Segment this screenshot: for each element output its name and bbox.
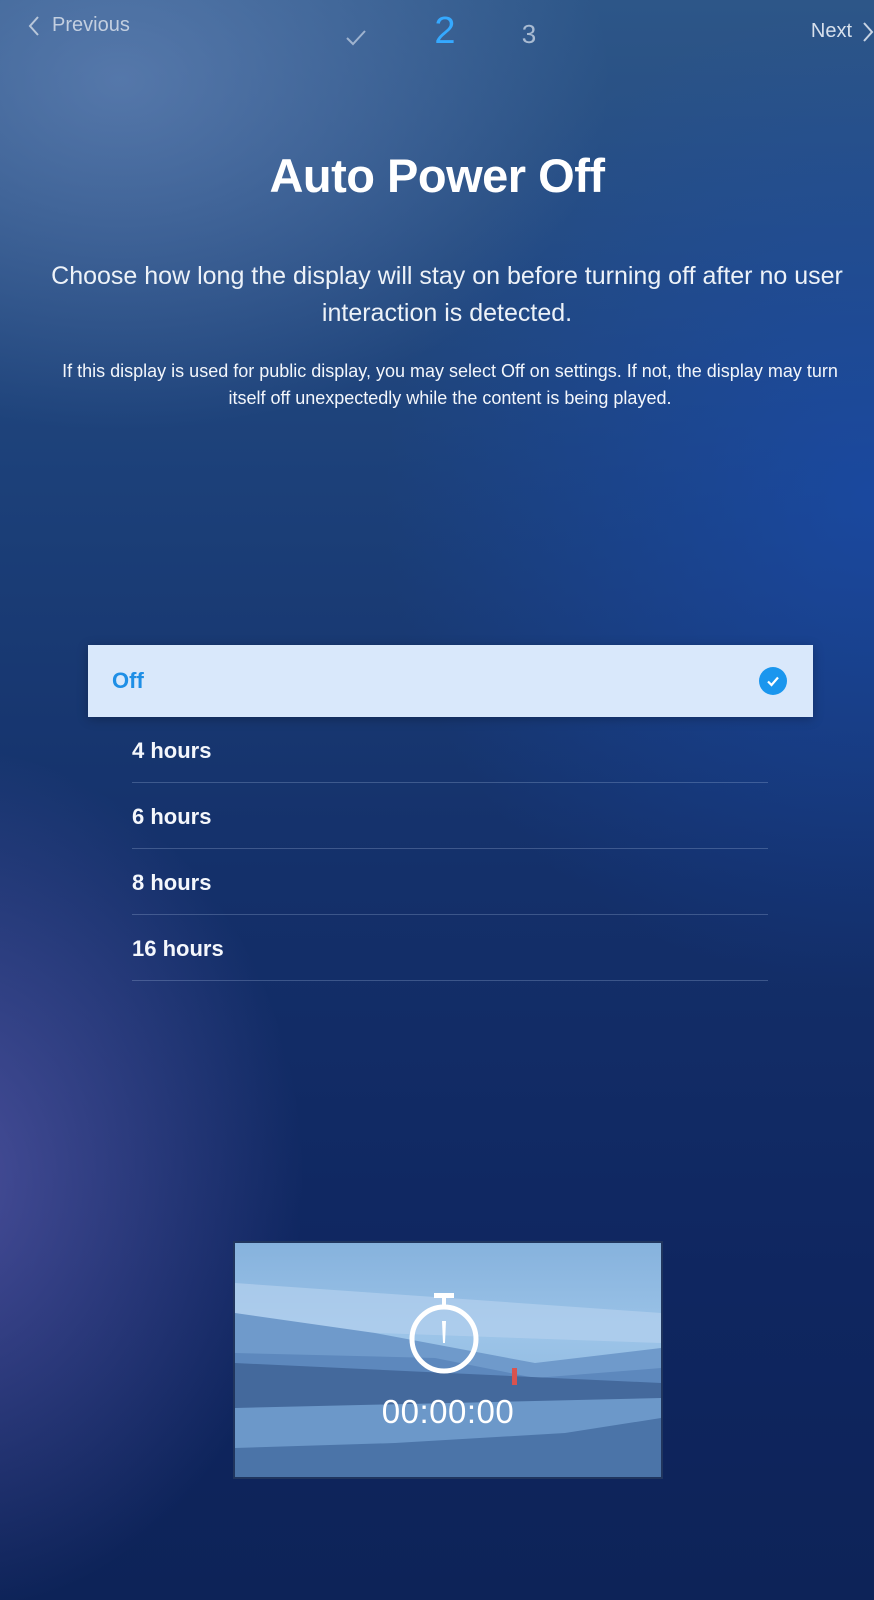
check-circle-icon: [759, 667, 787, 695]
checkmark-icon: [346, 29, 366, 45]
previous-button[interactable]: Previous: [28, 14, 130, 37]
page-description: Choose how long the display will stay on…: [51, 262, 843, 327]
step-current: 2: [434, 10, 456, 52]
step-next: 3: [521, 19, 537, 49]
page-note: If this display is used for public displ…: [62, 361, 838, 408]
next-label: Next: [810, 20, 852, 42]
next-button[interactable]: Next: [811, 20, 874, 43]
setup-header: Previous 2 3 Next: [0, 0, 874, 64]
page-title: Auto Power Off: [269, 149, 605, 202]
option-off[interactable]: Off: [88, 645, 813, 717]
option-8-hours[interactable]: 8 hours: [132, 849, 768, 915]
stopwatch-icon: [409, 1293, 479, 1374]
option-16-hours[interactable]: 16 hours: [132, 915, 768, 981]
chevron-left-icon: [28, 15, 39, 36]
option-list: Off 4 hours 6 hours 8 hours 16 hours: [88, 645, 813, 981]
option-6-hours[interactable]: 6 hours: [132, 783, 768, 849]
step-indicator: 2 3: [345, 10, 539, 53]
chevron-right-icon: [863, 21, 874, 42]
option-label: Off: [112, 668, 144, 693]
timer-readout: 00:00:00: [381, 1393, 515, 1430]
previous-label: Previous: [52, 14, 130, 36]
preview-image: 00:00:00: [233, 1241, 663, 1479]
option-4-hours[interactable]: 4 hours: [132, 717, 768, 783]
